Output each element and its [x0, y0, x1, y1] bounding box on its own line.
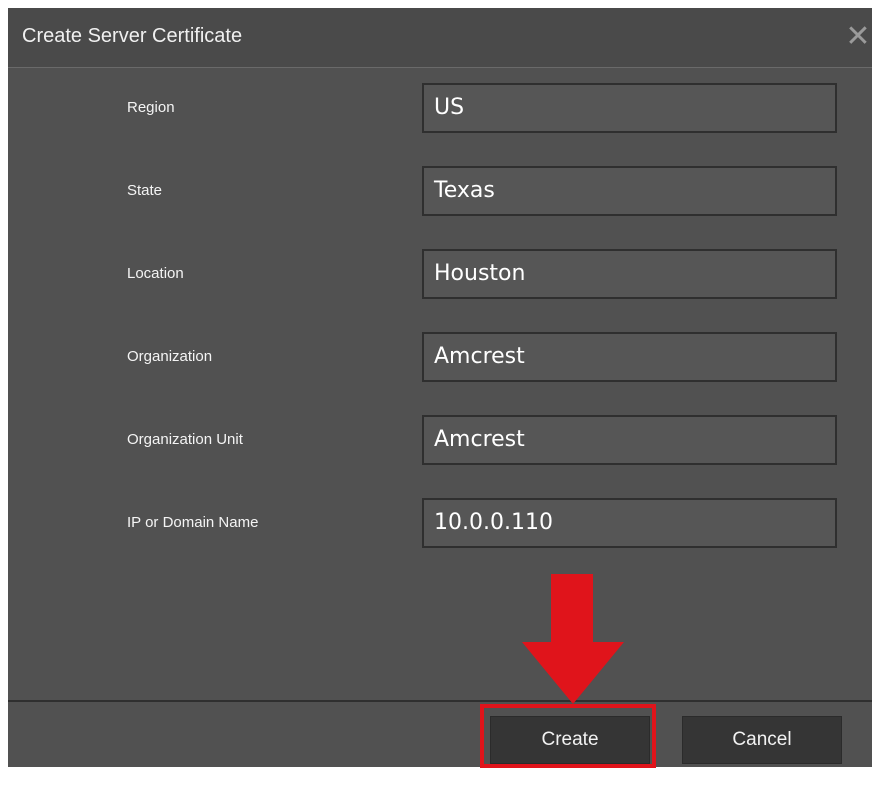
create-server-certificate-dialog: Create Server Certificate ✕ Region US St…	[8, 8, 872, 767]
ip-domain-input[interactable]: 10.0.0.110	[422, 498, 837, 548]
form-row-state: State Texas	[8, 166, 872, 216]
region-label: Region	[127, 99, 175, 116]
state-input[interactable]: Texas	[422, 166, 837, 216]
organization-unit-input[interactable]: Amcrest	[422, 415, 837, 465]
organization-label: Organization	[127, 348, 213, 365]
dialog-title: Create Server Certificate	[22, 25, 243, 47]
location-input[interactable]: Houston	[422, 249, 837, 299]
create-button-highlight	[480, 704, 656, 768]
region-input[interactable]: US	[422, 83, 837, 133]
state-label: State	[127, 182, 163, 199]
form-row-location: Location Houston	[8, 249, 872, 299]
down-arrow-icon	[522, 574, 624, 704]
organization-input[interactable]: Amcrest	[422, 332, 837, 382]
form-row-organization-unit: Organization Unit Amcrest	[8, 415, 872, 465]
ip-domain-label: IP or Domain Name	[127, 514, 259, 531]
form-row-organization: Organization Amcrest	[8, 332, 872, 382]
dialog-titlebar: Create Server Certificate ✕	[8, 8, 872, 68]
form-row-ip-domain: IP or Domain Name 10.0.0.110	[8, 498, 872, 548]
organization-unit-label: Organization Unit	[127, 431, 243, 448]
location-label: Location	[127, 265, 184, 282]
cancel-button[interactable]: Cancel	[682, 716, 842, 764]
close-icon[interactable]: ✕	[844, 20, 872, 54]
form-row-region: Region US	[8, 83, 872, 133]
